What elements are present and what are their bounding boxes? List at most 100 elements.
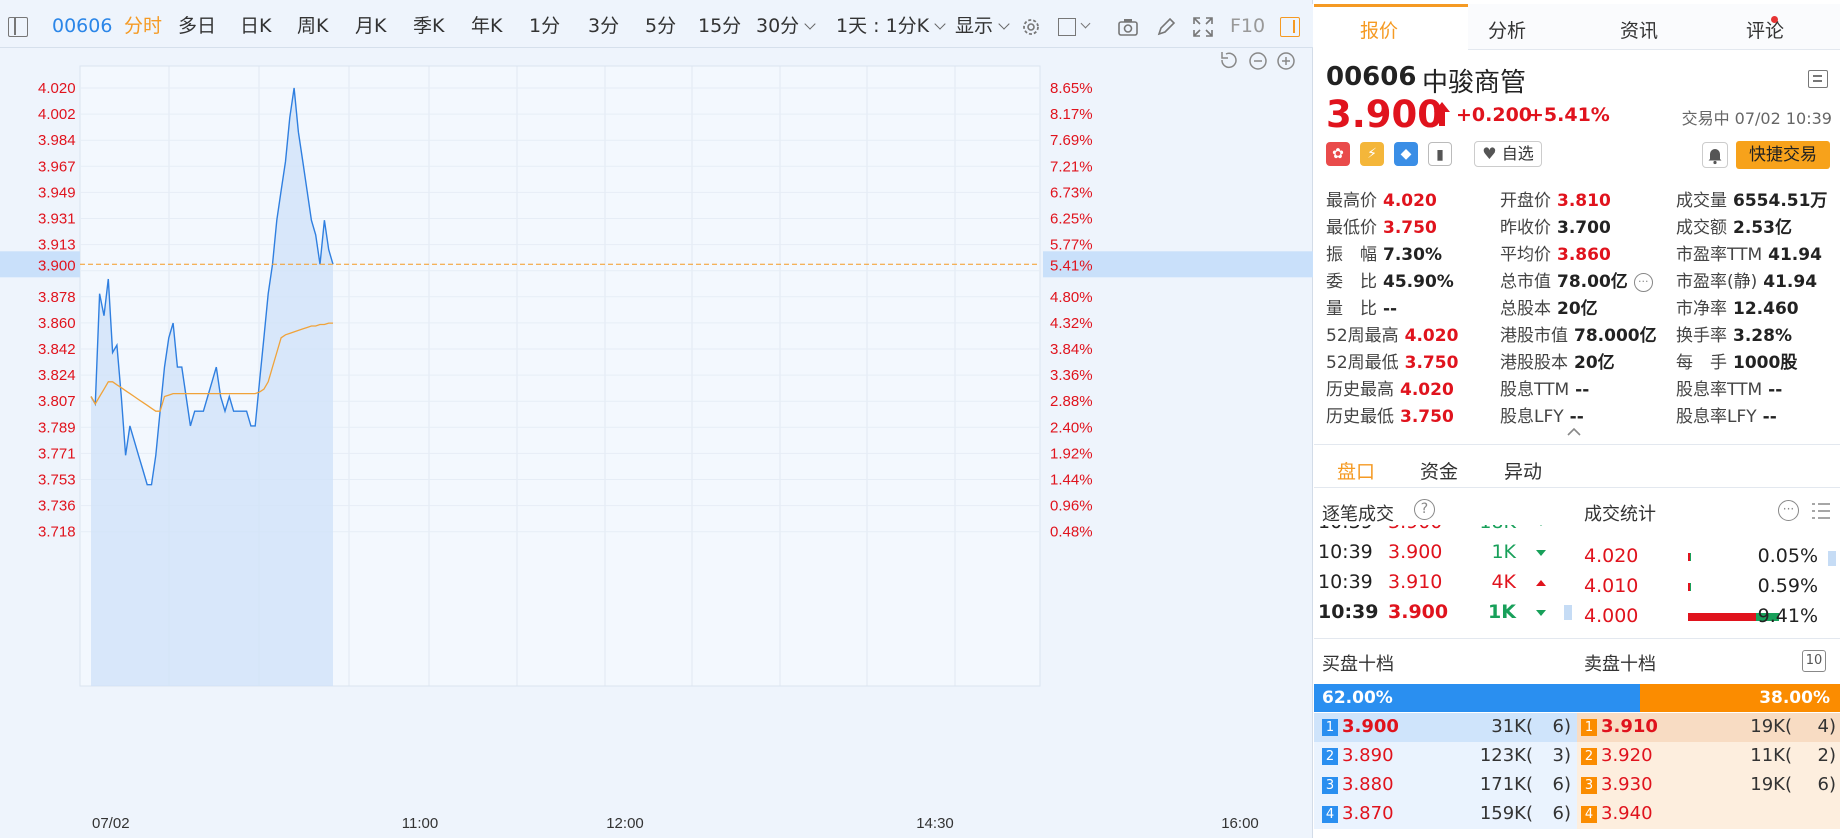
- list-icon[interactable]: [1810, 500, 1832, 522]
- tab-movement[interactable]: 异动: [1504, 457, 1542, 484]
- tick-time: 10:39: [1318, 541, 1373, 563]
- alert-bell-button[interactable]: [1702, 142, 1728, 168]
- market-cap-more-icon[interactable]: ···: [1633, 272, 1653, 292]
- stat-value: --: [1762, 407, 1777, 427]
- bid-row[interactable]: 1 3.900 31K(6): [1314, 713, 1577, 742]
- price-tick-label: 3.878: [38, 289, 76, 306]
- draw-dropdown-icon[interactable]: [1080, 18, 1091, 29]
- stat-value: 3.860: [1557, 245, 1611, 265]
- more-icon[interactable]: ···: [1778, 500, 1799, 521]
- tab-capital[interactable]: 资金: [1420, 457, 1458, 484]
- tick-price: 3.900: [1388, 525, 1442, 533]
- stat-value: 3.750: [1404, 353, 1459, 373]
- layout-icon[interactable]: [1808, 70, 1828, 88]
- stat-item: 市盈率TTM 41.94: [1676, 240, 1822, 265]
- pct-tick-label: 1.92%: [1050, 445, 1093, 462]
- tick-down-icon: [1536, 610, 1546, 616]
- tab-quarter-k[interactable]: 季K: [413, 14, 444, 38]
- stock-code-tab[interactable]: 00606: [52, 14, 112, 38]
- tab-news[interactable]: 资讯: [1620, 16, 1658, 43]
- bid-row[interactable]: 2 3.890 123K(3): [1314, 742, 1577, 771]
- period-select[interactable]: 1天 : 1分K: [836, 14, 944, 38]
- tab-comments[interactable]: 评论: [1746, 16, 1784, 43]
- ask-price: 3.910: [1601, 716, 1658, 737]
- bid-volume: 123K(: [1479, 745, 1533, 766]
- tick-up-icon: [1536, 580, 1546, 586]
- stat-value: 3.810: [1557, 191, 1611, 211]
- stat-label: 历史最低: [1326, 407, 1394, 427]
- pct-tick-label: 8.65%: [1050, 80, 1093, 97]
- stat-label: 52周最低: [1326, 353, 1399, 373]
- chart-area: 00606 分时 多日 日K 周K 月K 季K 年K 1分 3分 5分 15分 …: [0, 0, 1313, 838]
- stat-value: 3.750: [1400, 407, 1454, 427]
- trade-stat-row: 4.000 9.41%: [1576, 605, 1840, 635]
- stat-item: 港股股本 20亿: [1500, 348, 1615, 373]
- tab-orderbook[interactable]: 盘口: [1337, 457, 1375, 484]
- bid-price: 3.880: [1342, 774, 1394, 795]
- depth-toggle-button[interactable]: 10: [1802, 650, 1826, 672]
- ask-level-index: 3: [1581, 777, 1597, 794]
- camera-icon[interactable]: [1117, 16, 1139, 38]
- tab-5min[interactable]: 5分: [645, 14, 676, 38]
- lightning-icon[interactable]: ⚡: [1360, 142, 1384, 166]
- pct-tick-label: 2.40%: [1050, 419, 1093, 436]
- display-select[interactable]: 显示: [955, 14, 1008, 38]
- bid-volume: 171K(: [1479, 774, 1533, 795]
- hk-flag-icon[interactable]: ✿: [1326, 142, 1350, 166]
- price-tick-label: 3.860: [38, 315, 76, 332]
- tab-day-k[interactable]: 日K: [240, 14, 271, 38]
- draw-rect-icon[interactable]: [1058, 18, 1076, 36]
- tab-analysis[interactable]: 分析: [1488, 16, 1526, 43]
- quick-trade-button[interactable]: 快捷交易: [1736, 141, 1830, 169]
- ask-volume: 19K(: [1750, 774, 1792, 795]
- ask-level-index: 2: [1581, 748, 1597, 765]
- stat-item: 市盈率(静) 41.94: [1676, 267, 1817, 292]
- stat-pct: 0.59%: [1757, 575, 1818, 597]
- stat-item: 股息LFY --: [1500, 402, 1584, 427]
- panel-toggle-icon[interactable]: [1280, 17, 1300, 37]
- stat-label: 港股股本: [1500, 353, 1568, 373]
- tab-timeshare[interactable]: 分时: [124, 14, 162, 38]
- ask-row[interactable]: 1 3.910 19K(4): [1577, 713, 1840, 742]
- tab-month-k[interactable]: 月K: [355, 14, 386, 38]
- trade-stats-list[interactable]: 4.020 0.05% 4.010 0.59% 4.000 9.41% 3.990 3.20%: [1576, 525, 1840, 637]
- last-price: 3.900: [1326, 93, 1444, 136]
- pct-tick-label: 8.17%: [1050, 106, 1093, 123]
- trade-status: 交易中 07/02 10:39: [1681, 109, 1832, 128]
- tab-15min[interactable]: 15分: [698, 14, 741, 38]
- bookmark-icon[interactable]: ▮: [1428, 142, 1452, 166]
- fullscreen-icon[interactable]: [1192, 16, 1214, 38]
- stat-pct: 0.05%: [1757, 545, 1818, 567]
- add-favorite-button[interactable]: ♥ 自选: [1474, 141, 1542, 167]
- tick-price: 3.910: [1388, 571, 1443, 593]
- tab-year-k[interactable]: 年K: [471, 14, 502, 38]
- pct-tick-label: 0.48%: [1050, 524, 1093, 541]
- tick-list[interactable]: 10:393.90018K10:393.9001K10:393.9104K10:…: [1314, 525, 1576, 637]
- tick-scrollbar[interactable]: [1564, 605, 1572, 620]
- tab-3min[interactable]: 3分: [588, 14, 619, 38]
- sidebar-toggle-icon[interactable]: [8, 17, 28, 37]
- stat-label: 股息率LFY: [1676, 407, 1757, 427]
- collapse-chevron-icon[interactable]: [1566, 427, 1582, 437]
- bid-row[interactable]: 4 3.870 159K(6): [1314, 800, 1577, 829]
- bid-orders: 6): [1552, 716, 1571, 737]
- tab-1min[interactable]: 1分: [529, 14, 560, 38]
- pencil-icon[interactable]: [1155, 16, 1177, 38]
- settings-gear-icon[interactable]: [1020, 16, 1042, 38]
- reset-icon[interactable]: [1221, 52, 1237, 69]
- tab-multiday[interactable]: 多日: [178, 14, 216, 38]
- tab-30min[interactable]: 30分: [756, 14, 814, 38]
- bid-row[interactable]: 3 3.880 171K(6): [1314, 771, 1577, 800]
- ask-row[interactable]: 2 3.920 11K(2): [1577, 742, 1840, 771]
- tab-quote[interactable]: 报价: [1360, 16, 1398, 43]
- tag-icon[interactable]: ◆: [1394, 142, 1418, 166]
- ask-row[interactable]: 4 3.940: [1577, 800, 1840, 829]
- f10-button[interactable]: F10: [1230, 14, 1265, 38]
- stat-item: 量 比 --: [1326, 294, 1397, 319]
- bid-orders: 3): [1552, 745, 1571, 766]
- ask-row[interactable]: 3 3.930 19K(6): [1577, 771, 1840, 800]
- stats-scrollbar[interactable]: [1828, 551, 1836, 566]
- tab-week-k[interactable]: 周K: [297, 14, 328, 38]
- help-icon[interactable]: ?: [1414, 499, 1435, 520]
- price-tick-label: 3.842: [38, 341, 76, 358]
